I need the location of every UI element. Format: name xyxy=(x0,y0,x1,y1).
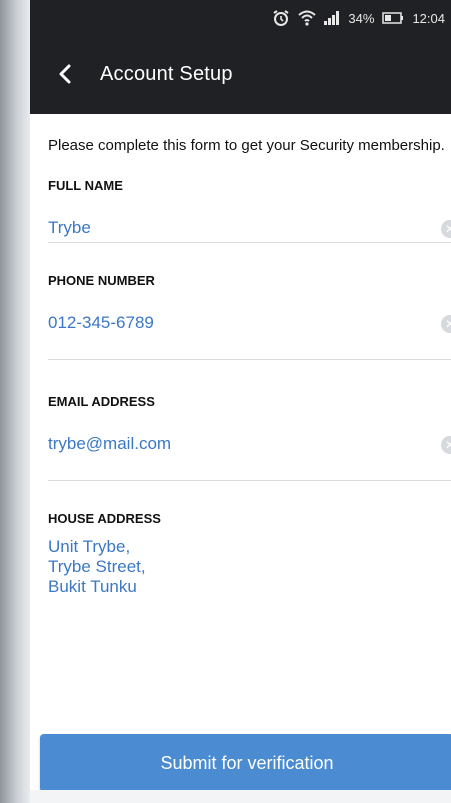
full-name-input[interactable]: Trybe xyxy=(48,218,91,238)
email-address-field: EMAIL ADDRESS trybe@mail.com ✕ xyxy=(48,360,451,481)
phone-number-field: PHONE NUMBER 012-345-6789 ✕ xyxy=(48,243,451,360)
clock: 12:04 xyxy=(412,10,445,26)
bottom-strip xyxy=(30,790,451,803)
form-content: Please complete this form to get your Se… xyxy=(30,114,451,611)
field-label: PHONE NUMBER xyxy=(48,273,155,288)
back-arrow-icon xyxy=(59,64,71,84)
intro-text: Please complete this form to get your Se… xyxy=(48,137,445,154)
battery-icon xyxy=(382,12,404,24)
signal-icon xyxy=(324,11,340,25)
phone-number-input[interactable]: 012-345-6789 xyxy=(48,313,154,333)
full-name-field: FULL NAME Trybe ✕ xyxy=(48,156,451,243)
app-bar: Account Setup xyxy=(30,34,451,114)
clear-icon[interactable]: ✕ xyxy=(441,436,451,454)
status-bar: 34% 12:04 xyxy=(30,0,451,36)
house-address-input[interactable]: Unit Trybe, Trybe Street, Bukit Tunku xyxy=(48,537,146,597)
field-label: EMAIL ADDRESS xyxy=(48,394,155,409)
field-label: FULL NAME xyxy=(48,178,123,193)
phone-screen: 34% 12:04 Account Setup Please complete … xyxy=(30,0,451,803)
house-address-field: HOUSE ADDRESS Unit Trybe, Trybe Street, … xyxy=(48,481,451,611)
battery-percent: 34% xyxy=(348,10,375,26)
back-button[interactable] xyxy=(30,44,100,104)
field-label: HOUSE ADDRESS xyxy=(48,511,161,526)
page-title: Account Setup xyxy=(100,62,233,85)
alarm-icon xyxy=(272,9,290,27)
submit-area: Submit for verification xyxy=(40,734,451,792)
device-edge-shadow xyxy=(0,0,30,803)
submit-button-label: Submit for verification xyxy=(160,752,334,773)
submit-for-verification-button[interactable]: Submit for verification xyxy=(40,734,451,792)
clear-icon[interactable]: ✕ xyxy=(441,315,451,333)
clear-icon[interactable]: ✕ xyxy=(441,220,451,238)
email-address-input[interactable]: trybe@mail.com xyxy=(48,434,171,454)
wifi-icon xyxy=(298,9,317,27)
